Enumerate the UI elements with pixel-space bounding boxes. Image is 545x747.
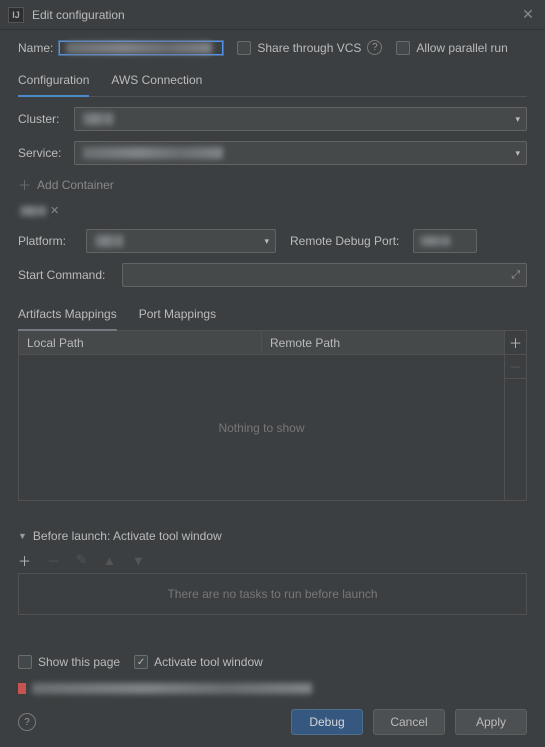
error-message	[18, 681, 527, 695]
add-task-button[interactable]: ＋	[18, 551, 31, 570]
start-command-input[interactable]: ⤢	[122, 263, 527, 287]
dialog-title: Edit configuration	[32, 8, 125, 22]
remove-task-button: －	[47, 551, 60, 570]
before-launch-title: Before launch: Activate tool window	[33, 529, 222, 543]
remote-debug-port-label: Remote Debug Port:	[290, 234, 399, 248]
tab-aws-connection[interactable]: AWS Connection	[111, 69, 202, 96]
start-command-label: Start Command:	[18, 268, 114, 282]
expand-icon[interactable]: ⤢	[511, 269, 520, 282]
tab-configuration[interactable]: Configuration	[18, 69, 89, 97]
table-empty-text: Nothing to show	[19, 355, 504, 500]
move-up-button: ▲	[103, 553, 116, 568]
tab-artifacts-mappings[interactable]: Artifacts Mappings	[18, 303, 117, 331]
column-local-path[interactable]: Local Path	[19, 331, 262, 354]
chevron-down-icon: ▼	[18, 531, 27, 541]
share-vcs-checkbox[interactable]: Share through VCS	[237, 41, 361, 55]
checkbox-icon	[18, 655, 32, 669]
allow-parallel-label: Allow parallel run	[416, 41, 507, 55]
help-button[interactable]: ?	[18, 713, 36, 731]
mappings-table: Local Path Remote Path Nothing to show ＋…	[18, 331, 527, 501]
checkbox-icon	[396, 41, 410, 55]
debug-button[interactable]: Debug	[291, 709, 363, 735]
tab-port-mappings[interactable]: Port Mappings	[139, 303, 216, 330]
service-label: Service:	[18, 146, 66, 160]
column-remote-path[interactable]: Remote Path	[262, 331, 504, 354]
edit-task-button: ✎	[76, 552, 87, 568]
add-row-button[interactable]: ＋	[505, 331, 526, 355]
remote-debug-port-input[interactable]	[413, 229, 477, 253]
before-launch-empty: There are no tasks to run before launch	[18, 573, 527, 615]
container-chip[interactable]: ✕	[18, 202, 61, 219]
platform-label: Platform:	[18, 234, 72, 248]
cluster-dropdown[interactable]: ▾	[74, 107, 527, 131]
help-icon[interactable]: ?	[367, 40, 382, 55]
show-this-page-label: Show this page	[38, 655, 120, 669]
name-label: Name:	[18, 41, 53, 55]
share-vcs-label: Share through VCS	[257, 41, 361, 55]
close-icon[interactable]: ✕	[519, 6, 537, 24]
name-input[interactable]	[59, 41, 223, 55]
close-icon[interactable]: ✕	[50, 204, 59, 217]
show-this-page-checkbox[interactable]: Show this page	[18, 655, 120, 669]
add-container-button: Add Container	[37, 178, 114, 192]
apply-button[interactable]: Apply	[455, 709, 527, 735]
checkbox-icon: ✓	[134, 655, 148, 669]
checkbox-icon	[237, 41, 251, 55]
chevron-down-icon: ▾	[264, 236, 269, 247]
service-dropdown[interactable]: ▾	[74, 141, 527, 165]
platform-dropdown[interactable]: ▾	[86, 229, 276, 253]
chevron-down-icon: ▾	[515, 148, 520, 159]
error-icon	[18, 683, 26, 694]
app-icon: IJ	[8, 7, 24, 23]
plus-icon: ＋	[18, 175, 31, 194]
activate-tool-window-checkbox[interactable]: ✓ Activate tool window	[134, 655, 263, 669]
before-launch-header[interactable]: ▼ Before launch: Activate tool window	[18, 529, 527, 543]
allow-parallel-checkbox[interactable]: Allow parallel run	[396, 41, 507, 55]
activate-tool-window-label: Activate tool window	[154, 655, 263, 669]
cluster-label: Cluster:	[18, 112, 66, 126]
chevron-down-icon: ▾	[515, 114, 520, 125]
cancel-button[interactable]: Cancel	[373, 709, 445, 735]
move-down-button: ▼	[132, 553, 145, 568]
remove-row-button: －	[505, 355, 526, 379]
